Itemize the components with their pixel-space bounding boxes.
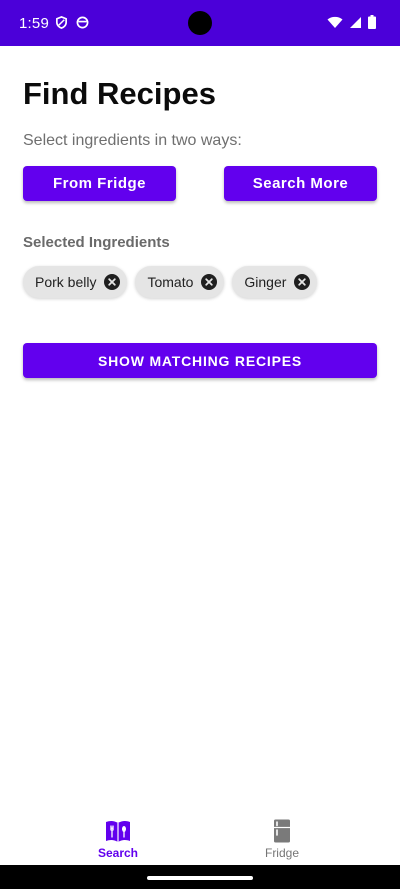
close-circle-icon[interactable] <box>294 274 311 290</box>
recipe-book-icon <box>106 820 130 842</box>
search-screen: Find Recipes Select ingredients in two w… <box>0 46 400 808</box>
status-bar: 1:59 <box>0 0 400 46</box>
fridge-icon <box>274 819 290 843</box>
nav-item-fridge[interactable]: Fridge <box>182 808 382 865</box>
cell-signal-icon <box>350 16 361 28</box>
from-fridge-button[interactable]: From Fridge <box>23 166 176 201</box>
home-gesture-handle[interactable] <box>147 876 253 880</box>
battery-icon <box>368 15 376 29</box>
close-circle-icon[interactable] <box>201 274 218 290</box>
data-saver-icon <box>76 16 89 29</box>
ingredient-chip-list: Pork belly Tomato Ginger <box>23 266 318 298</box>
selected-ingredients-heading: Selected Ingredients <box>23 234 170 251</box>
chip-label: Tomato <box>147 274 194 290</box>
ingredient-chip[interactable]: Ginger <box>232 266 318 298</box>
nav-label-search: Search <box>97 846 139 860</box>
shield-icon <box>56 16 67 29</box>
status-right-icons <box>327 15 376 29</box>
ingredient-chip[interactable]: Pork belly <box>23 266 128 298</box>
page-title: Find Recipes <box>23 76 216 111</box>
wifi-icon <box>327 16 343 28</box>
search-more-button[interactable]: Search More <box>224 166 377 201</box>
system-navigation-bar <box>0 865 400 889</box>
ingredient-chip[interactable]: Tomato <box>135 266 225 298</box>
show-matching-recipes-button[interactable]: SHOW MATCHING RECIPES <box>23 343 377 378</box>
status-time: 1:59 <box>19 15 49 32</box>
nav-label-fridge: Fridge <box>264 846 299 860</box>
chip-label: Pork belly <box>35 274 97 290</box>
chip-label: Ginger <box>244 274 287 290</box>
bottom-navigation: Search Fridge <box>0 808 400 865</box>
close-circle-icon[interactable] <box>104 274 121 290</box>
page-subtitle: Select ingredients in two ways: <box>23 132 242 149</box>
front-camera <box>188 11 212 35</box>
